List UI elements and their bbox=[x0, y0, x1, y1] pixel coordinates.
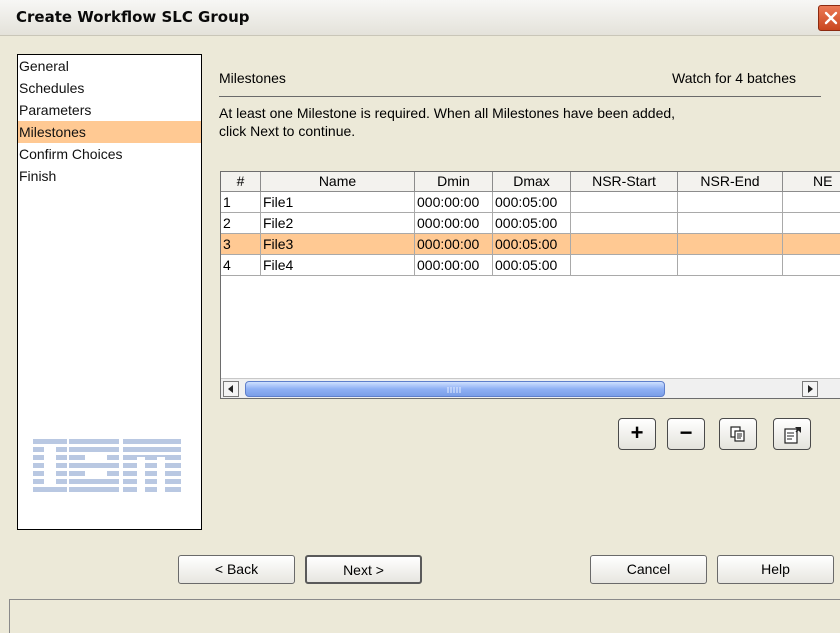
cell-nsr-end bbox=[678, 255, 783, 276]
cell-nsr-start bbox=[571, 192, 678, 213]
cell-nsr-start bbox=[571, 255, 678, 276]
remove-milestone-button[interactable]: − bbox=[667, 418, 705, 450]
column-header-dmin[interactable]: Dmin bbox=[415, 172, 493, 192]
nav-item-milestones[interactable]: Milestones bbox=[18, 121, 201, 143]
cell-nsr-end bbox=[678, 234, 783, 255]
status-bar bbox=[9, 599, 840, 633]
scroll-thumb[interactable] bbox=[245, 381, 665, 397]
add-milestone-button[interactable]: + bbox=[618, 418, 656, 450]
title-bar: Create Workflow SLC Group bbox=[0, 0, 840, 36]
column-header-dmax[interactable]: Dmax bbox=[493, 172, 571, 192]
cell-nsr-start bbox=[571, 213, 678, 234]
back-button[interactable]: < Back bbox=[178, 555, 295, 584]
nav-item-label: General bbox=[19, 58, 69, 74]
nav-item-label: Finish bbox=[19, 168, 57, 184]
cell-number: 3 bbox=[221, 234, 261, 255]
scroll-left-button[interactable] bbox=[223, 381, 239, 397]
divider bbox=[219, 96, 821, 97]
table-row[interactable]: 1 File1 000:00:00 000:05:00 bbox=[221, 192, 840, 213]
nav-item-general[interactable]: General bbox=[18, 55, 201, 77]
watch-batches-text: Watch for 4 batches bbox=[672, 70, 796, 86]
column-header-nsr-start[interactable]: NSR-Start bbox=[571, 172, 678, 192]
cell-number: 2 bbox=[221, 213, 261, 234]
table-row[interactable]: 2 File2 000:00:00 000:05:00 bbox=[221, 213, 840, 234]
instruction-text: At least one Milestone is required. When… bbox=[219, 105, 676, 121]
cell-dmin: 000:00:00 bbox=[415, 192, 493, 213]
dialog-window: Create Workflow SLC Group General Schedu… bbox=[0, 0, 840, 633]
wizard-steps-panel: General Schedules Parameters Milestones … bbox=[17, 54, 202, 530]
cell-number: 1 bbox=[221, 192, 261, 213]
instruction-text-2: click Next to continue. bbox=[219, 123, 356, 139]
cell-name: File1 bbox=[261, 192, 415, 213]
properties-button[interactable] bbox=[773, 418, 811, 450]
cell-ne bbox=[783, 234, 840, 255]
ibm-logo bbox=[33, 439, 181, 495]
nav-item-label: Parameters bbox=[19, 102, 92, 118]
cell-number: 4 bbox=[221, 255, 261, 276]
nav-item-label: Milestones bbox=[19, 124, 86, 140]
close-icon bbox=[824, 11, 838, 25]
cell-dmax: 000:05:00 bbox=[493, 192, 571, 213]
column-header-name[interactable]: Name bbox=[261, 172, 415, 192]
scroll-right-button[interactable] bbox=[802, 381, 818, 397]
properties-icon bbox=[784, 427, 801, 444]
cancel-button[interactable]: Cancel bbox=[590, 555, 707, 584]
cell-dmin: 000:00:00 bbox=[415, 234, 493, 255]
cell-name: File2 bbox=[261, 213, 415, 234]
nav-item-label: Confirm Choices bbox=[19, 146, 123, 162]
help-button[interactable]: Help bbox=[717, 555, 834, 584]
nav-item-label: Schedules bbox=[19, 80, 85, 96]
section-title: Milestones bbox=[219, 70, 286, 86]
grip-icon bbox=[447, 387, 461, 393]
cell-name: File3 bbox=[261, 234, 415, 255]
cell-dmax: 000:05:00 bbox=[493, 255, 571, 276]
cell-dmin: 000:00:00 bbox=[415, 255, 493, 276]
nav-item-parameters[interactable]: Parameters bbox=[18, 99, 201, 121]
copy-milestone-button[interactable] bbox=[719, 418, 757, 450]
milestones-table: # Name Dmin Dmax NSR-Start NSR-End NE 1 … bbox=[220, 171, 840, 399]
horizontal-scrollbar[interactable] bbox=[221, 378, 840, 398]
cell-nsr-end bbox=[678, 192, 783, 213]
copy-icon bbox=[730, 426, 745, 442]
cell-name: File4 bbox=[261, 255, 415, 276]
cell-dmin: 000:00:00 bbox=[415, 213, 493, 234]
cell-ne bbox=[783, 255, 840, 276]
cell-nsr-start bbox=[571, 234, 678, 255]
cell-dmax: 000:05:00 bbox=[493, 213, 571, 234]
column-header-nsr-end[interactable]: NSR-End bbox=[678, 172, 783, 192]
cell-ne bbox=[783, 192, 840, 213]
column-header-ne[interactable]: NE bbox=[783, 172, 840, 192]
cell-nsr-end bbox=[678, 213, 783, 234]
table-row-selected[interactable]: 3 File3 000:00:00 000:05:00 bbox=[221, 234, 840, 255]
cell-ne bbox=[783, 213, 840, 234]
arrow-left-icon bbox=[228, 385, 233, 393]
close-button[interactable] bbox=[818, 5, 840, 31]
window-title: Create Workflow SLC Group bbox=[16, 8, 250, 26]
column-header-number[interactable]: # bbox=[221, 172, 261, 192]
table-row[interactable]: 4 File4 000:00:00 000:05:00 bbox=[221, 255, 840, 276]
nav-item-schedules[interactable]: Schedules bbox=[18, 77, 201, 99]
arrow-right-icon bbox=[808, 385, 813, 393]
nav-item-confirm-choices[interactable]: Confirm Choices bbox=[18, 143, 201, 165]
nav-item-finish[interactable]: Finish bbox=[18, 165, 201, 187]
cell-dmax: 000:05:00 bbox=[493, 234, 571, 255]
next-button[interactable]: Next > bbox=[305, 555, 422, 584]
